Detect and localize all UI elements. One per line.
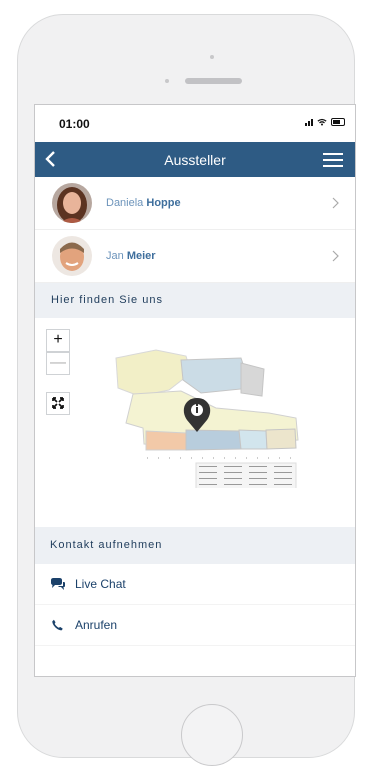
status-icons bbox=[305, 118, 345, 126]
call-button[interactable]: Anrufen bbox=[35, 605, 355, 646]
phone-icon bbox=[52, 619, 63, 631]
exhibitor-name: Daniela Hoppe bbox=[106, 197, 181, 209]
wifi-icon bbox=[317, 118, 327, 126]
exhibitor-item-daniela-hoppe[interactable]: Daniela Hoppe bbox=[35, 177, 355, 230]
floorplan-map[interactable] bbox=[91, 338, 311, 488]
zoom-in-button[interactable]: + bbox=[46, 329, 70, 352]
call-label: Anrufen bbox=[75, 618, 118, 632]
fullscreen-button[interactable] bbox=[46, 392, 70, 415]
earpiece-speaker bbox=[185, 78, 242, 84]
battery-icon bbox=[331, 118, 345, 126]
home-button[interactable] bbox=[181, 704, 243, 766]
map-panel[interactable]: + — bbox=[35, 318, 355, 527]
avatar bbox=[52, 183, 92, 223]
menu-icon[interactable] bbox=[323, 153, 343, 167]
chevron-right-icon bbox=[332, 197, 339, 209]
status-time: 01:00 bbox=[59, 117, 90, 131]
front-camera bbox=[210, 55, 214, 59]
exhibitor-item-jan-meier[interactable]: Jan Meier bbox=[35, 230, 355, 283]
zoom-out-button[interactable]: — bbox=[46, 352, 70, 375]
fullscreen-icon bbox=[52, 397, 64, 409]
signal-icon bbox=[305, 118, 313, 126]
live-chat-button[interactable]: Live Chat bbox=[35, 564, 355, 605]
status-bar: 01:00 bbox=[35, 105, 355, 142]
location-section-header: Hier finden Sie uns bbox=[35, 283, 355, 318]
back-icon[interactable] bbox=[43, 149, 59, 169]
contact-section-header: Kontakt aufnehmen bbox=[35, 527, 355, 564]
app-screen: 01:00 Aussteller Daniela Hoppe Jan Meier… bbox=[34, 104, 356, 677]
chevron-right-icon bbox=[332, 250, 339, 262]
chat-icon bbox=[51, 578, 65, 590]
exhibitor-name: Jan Meier bbox=[106, 250, 156, 262]
proximity-sensor bbox=[165, 79, 169, 83]
live-chat-label: Live Chat bbox=[75, 577, 126, 591]
avatar bbox=[52, 236, 92, 276]
page-title: Aussteller bbox=[164, 151, 226, 168]
nav-bar: Aussteller bbox=[35, 142, 355, 177]
